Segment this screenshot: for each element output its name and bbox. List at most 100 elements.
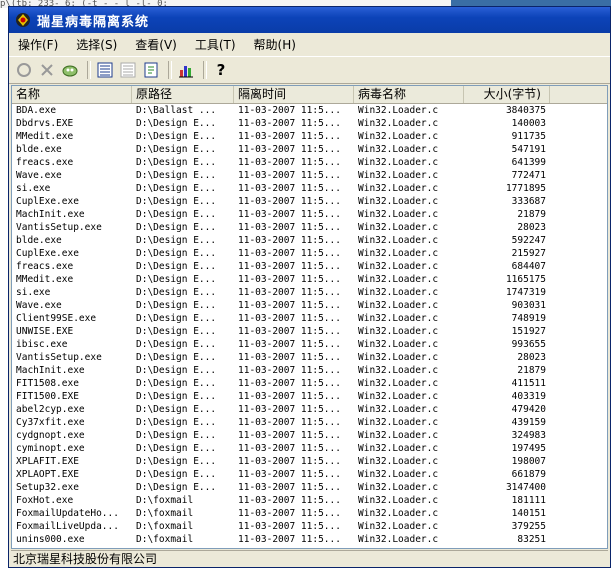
table-row[interactable]: VantisSetup.exe D:\Design E... 11-03-2007 … <box>12 221 607 234</box>
table-row[interactable]: XPLAOPT.EXE D:\Design E... 11-03-2007 11:5… <box>12 468 607 481</box>
quarantine-window: 瑞星病毒隔离系统 操作(F) 选择(S) 查看(V) 工具(T) 帮助(H) ?… <box>8 6 611 568</box>
cell-name: blde.exe <box>16 144 62 155</box>
cell-time: 11-03-2007 11:5... <box>238 118 341 129</box>
cell-time: 11-03-2007 11:5... <box>238 131 341 142</box>
cell-name: XPLAFIT.EXE <box>16 456 79 467</box>
details-view-icon[interactable] <box>95 60 115 80</box>
table-row[interactable]: Dbdrvs.EXE D:\Design E... 11-03-2007 11:5.… <box>12 117 607 130</box>
list-body: BDA.exe D:\Ballast ... 11-03-2007 11:5... W… <box>12 104 607 546</box>
table-row[interactable]: blde.exe D:\Design E... 11-03-2007 11:5...… <box>12 143 607 156</box>
cell-name: abel2cyp.exe <box>16 404 85 415</box>
quarantine-list[interactable]: 名称 原路径 隔离时间 病毒名称 大小(字节) BDA.exe D:\Ballas… <box>11 85 608 549</box>
table-row[interactable]: FoxmailLiveUpda... D:\foxmail 11-03-2007 1… <box>12 520 607 533</box>
cell-virus: Win32.Loader.c <box>358 261 439 272</box>
table-row[interactable]: XPLAFIT.EXE D:\Design E... 11-03-2007 11:5… <box>12 455 607 468</box>
column-header-name[interactable]: 名称 <box>12 86 132 103</box>
cell-time: 11-03-2007 11:5... <box>238 300 341 311</box>
table-row[interactable]: cyminopt.exe D:\Design E... 11-03-2007 11:… <box>12 442 607 455</box>
cell-path: D:\Design E... <box>136 365 217 376</box>
column-header-path[interactable]: 原路径 <box>132 86 234 103</box>
menu-view[interactable]: 查看(V) <box>126 35 186 55</box>
table-row[interactable]: Cy37xfit.exe D:\Design E... 11-03-2007 11:… <box>12 416 607 429</box>
cell-name: FIT1508.exe <box>16 378 79 389</box>
cell-time: 11-03-2007 11:5... <box>238 170 341 181</box>
cell-size: 748919 <box>511 313 546 324</box>
table-row[interactable]: si.exe D:\Design E... 11-03-2007 11:5... Wi… <box>12 286 607 299</box>
column-header-virus[interactable]: 病毒名称 <box>354 86 464 103</box>
cell-path: D:\foxmail <box>136 495 194 506</box>
table-row[interactable]: MachInit.exe D:\Design E... 11-03-2007 11:… <box>12 208 607 221</box>
cell-size: 641399 <box>511 157 546 168</box>
refresh-icon[interactable] <box>14 60 34 80</box>
cell-path: D:\Design E... <box>136 274 217 285</box>
list-view-icon[interactable] <box>118 60 138 80</box>
cell-path: D:\Design E... <box>136 209 217 220</box>
cell-time: 11-03-2007 11:5... <box>238 313 341 324</box>
cell-time: 11-03-2007 11:5... <box>238 456 341 467</box>
table-row[interactable]: Client99SE.exe D:\Design E... 11-03-2007 1… <box>12 312 607 325</box>
table-row[interactable]: Wave.exe D:\Design E... 11-03-2007 11:5...… <box>12 169 607 182</box>
restore-icon[interactable] <box>60 60 80 80</box>
column-header-size[interactable]: 大小(字节) <box>464 86 550 103</box>
cell-time: 11-03-2007 11:5... <box>238 417 341 428</box>
cell-name: UNWISE.EXE <box>16 326 74 337</box>
cell-time: 11-03-2007 11:5... <box>238 365 341 376</box>
cell-time: 11-03-2007 11:5... <box>238 209 341 220</box>
cell-virus: Win32.Loader.c <box>358 534 439 545</box>
status-text: 北京瑞星科技股份有限公司 <box>13 552 158 566</box>
table-row[interactable]: CuplExe.exe D:\Design E... 11-03-2007 11:5… <box>12 195 607 208</box>
cell-name: FIT1500.EXE <box>16 391 79 402</box>
delete-icon[interactable] <box>37 60 57 80</box>
cell-name: Cy37xfit.exe <box>16 417 85 428</box>
column-header-time[interactable]: 隔离时间 <box>234 86 354 103</box>
table-row[interactable]: UNWISE.EXE D:\Design E... 11-03-2007 11:5.… <box>12 325 607 338</box>
cell-size: 1771895 <box>505 183 546 194</box>
cell-size: 547191 <box>511 144 546 155</box>
table-row[interactable]: freacs.exe D:\Design E... 11-03-2007 11:5.… <box>12 260 607 273</box>
cell-time: 11-03-2007 11:5... <box>238 508 341 519</box>
cell-size: 661879 <box>511 469 546 480</box>
table-row[interactable]: Wave.exe D:\Design E... 11-03-2007 11:5...… <box>12 299 607 312</box>
table-row[interactable]: MachInit.exe D:\Design E... 11-03-2007 11:… <box>12 364 607 377</box>
cell-path: D:\Design E... <box>136 222 217 233</box>
statistics-icon[interactable] <box>176 60 196 80</box>
cell-path: D:\Design E... <box>136 482 217 493</box>
table-row[interactable]: FIT1500.EXE D:\Design E... 11-03-2007 11:5… <box>12 390 607 403</box>
cell-path: D:\foxmail <box>136 521 194 532</box>
table-row[interactable]: ibisc.exe D:\Design E... 11-03-2007 11:5..… <box>12 338 607 351</box>
table-row[interactable]: VantisSetup.exe D:\Design E... 11-03-2007 … <box>12 351 607 364</box>
cell-name: CuplExe.exe <box>16 196 79 207</box>
table-row[interactable]: MMedit.exe D:\Design E... 11-03-2007 11:5.… <box>12 273 607 286</box>
cell-path: D:\Design E... <box>136 261 217 272</box>
cell-size: 772471 <box>511 170 546 181</box>
menu-help[interactable]: 帮助(H) <box>245 35 305 55</box>
cell-size: 215927 <box>511 248 546 259</box>
cell-time: 11-03-2007 11:5... <box>238 482 341 493</box>
cell-path: D:\Design E... <box>136 300 217 311</box>
table-row[interactable]: FoxmailUpdateHo... D:\foxmail 11-03-2007 1… <box>12 507 607 520</box>
table-row[interactable]: MMedit.exe D:\Design E... 11-03-2007 11:5.… <box>12 130 607 143</box>
table-row[interactable]: blde.exe D:\Design E... 11-03-2007 11:5...… <box>12 234 607 247</box>
table-row[interactable]: FoxHot.exe D:\foxmail 11-03-2007 11:5... Wi… <box>12 494 607 507</box>
menu-select[interactable]: 选择(S) <box>67 35 126 55</box>
table-row[interactable]: BDA.exe D:\Ballast ... 11-03-2007 11:5... W… <box>12 104 607 117</box>
menu-operate[interactable]: 操作(F) <box>9 35 67 55</box>
cell-name: Setup32.exe <box>16 482 79 493</box>
table-row[interactable]: cydgnopt.exe D:\Design E... 11-03-2007 11:… <box>12 429 607 442</box>
menu-tools[interactable]: 工具(T) <box>186 35 245 55</box>
cell-virus: Win32.Loader.c <box>358 144 439 155</box>
title-bar[interactable]: 瑞星病毒隔离系统 <box>9 7 610 33</box>
table-row[interactable]: unins000.exe D:\foxmail 11-03-2007 11:5...… <box>12 533 607 546</box>
cell-name: FoxmailLiveUpda... <box>16 521 119 532</box>
table-row[interactable]: Setup32.exe D:\Design E... 11-03-2007 11:5… <box>12 481 607 494</box>
cell-size: 151927 <box>511 326 546 337</box>
table-row[interactable]: abel2cyp.exe D:\Design E... 11-03-2007 11:… <box>12 403 607 416</box>
cell-size: 379255 <box>511 521 546 532</box>
table-row[interactable]: si.exe D:\Design E... 11-03-2007 11:5... Wi… <box>12 182 607 195</box>
table-row[interactable]: CuplExe.exe D:\Design E... 11-03-2007 11:5… <box>12 247 607 260</box>
table-row[interactable]: FIT1508.exe D:\Design E... 11-03-2007 11:5… <box>12 377 607 390</box>
help-icon[interactable]: ? <box>211 60 231 80</box>
table-row[interactable]: freacs.exe D:\Design E... 11-03-2007 11:5.… <box>12 156 607 169</box>
log-icon[interactable] <box>141 60 161 80</box>
cell-path: D:\Design E... <box>136 391 217 402</box>
